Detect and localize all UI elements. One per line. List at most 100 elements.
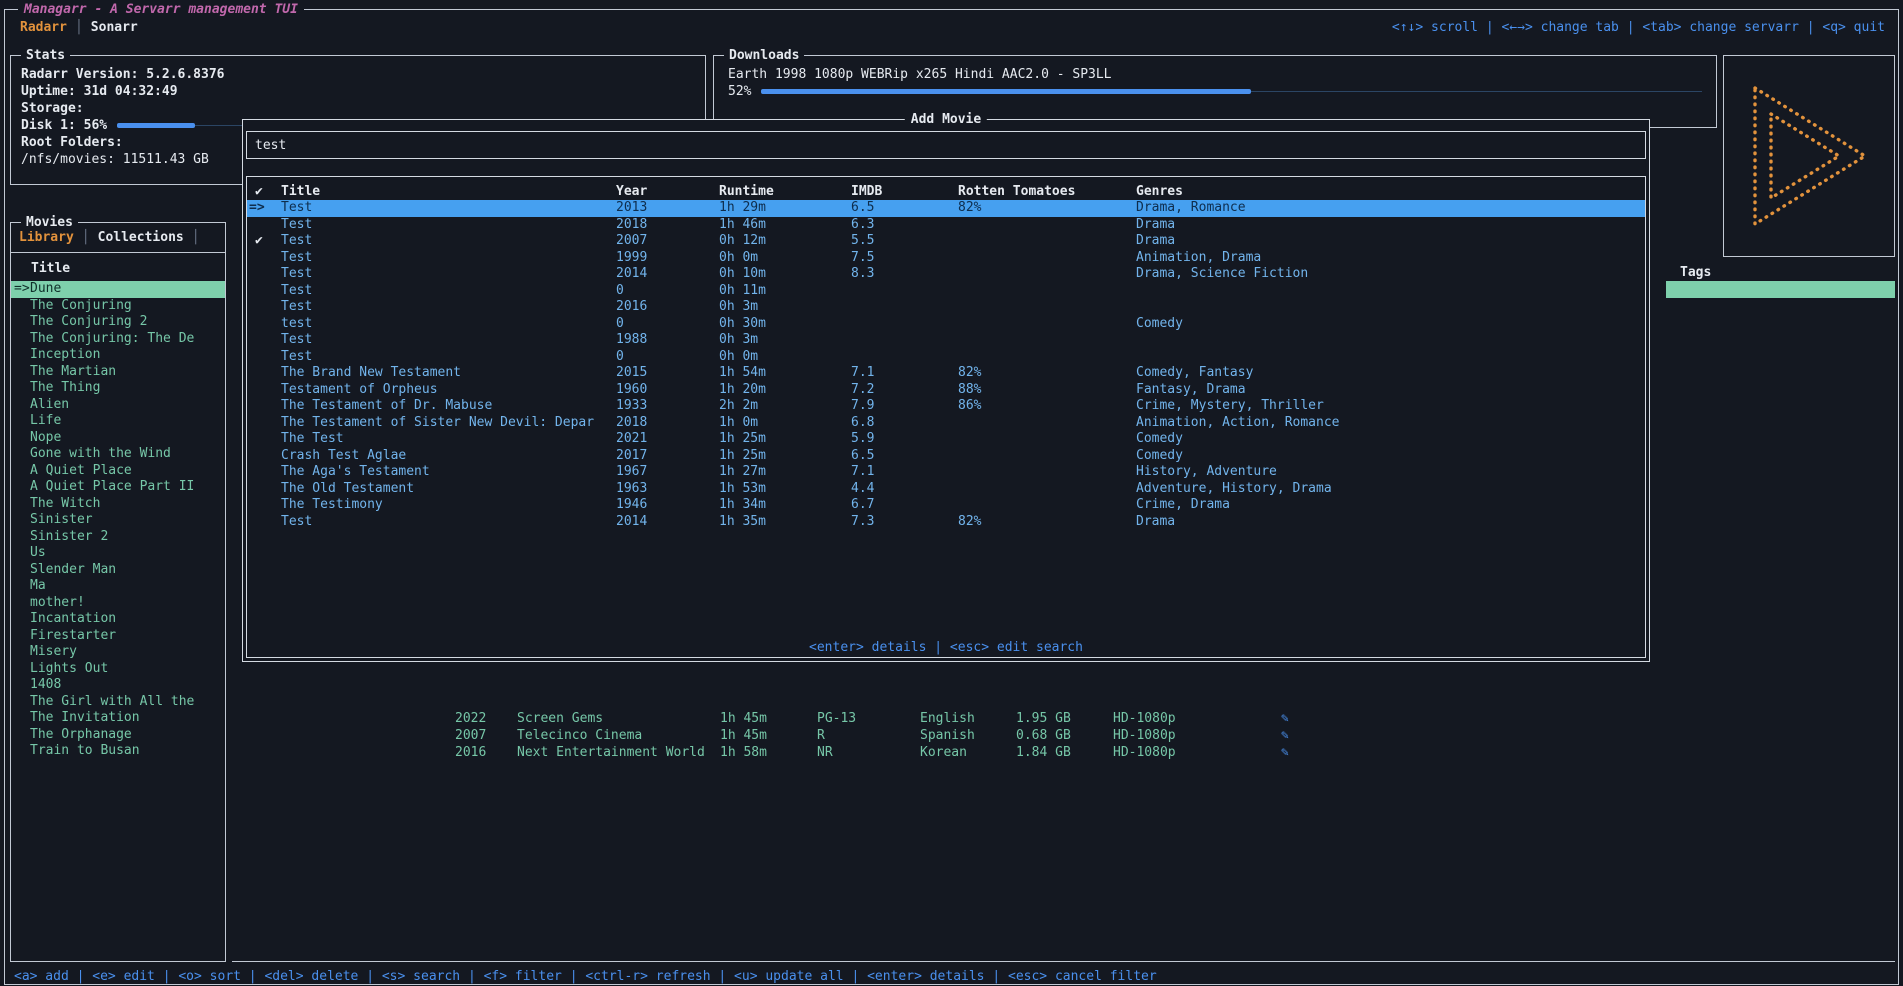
selection-arrow — [11, 562, 30, 579]
add-movie-popup-title: Add Movie — [905, 111, 987, 128]
add-movie-result-row[interactable]: ✔Test20070h 12m5.5Drama — [247, 233, 1645, 250]
add-movie-search-input[interactable] — [247, 132, 1645, 158]
result-title: The Aga's Testament — [281, 464, 616, 481]
movie-list-item[interactable]: Incantation — [11, 611, 225, 628]
add-movie-result-row[interactable]: Test20141h 35m7.382%Drama — [247, 514, 1645, 531]
selection-arrow — [11, 710, 30, 727]
add-movie-result-row[interactable]: Test20140h 10m8.3Drama, Science Fiction — [247, 266, 1645, 283]
movie-list-item[interactable]: =>Dune — [11, 281, 225, 298]
movie-title: A Quiet Place — [30, 463, 132, 480]
movie-list-item[interactable]: The Thing — [11, 380, 225, 397]
result-runtime: 0h 0m — [719, 349, 851, 366]
movie-list-item[interactable]: The Witch — [11, 496, 225, 513]
movie-list-item[interactable]: Inception — [11, 347, 225, 364]
movie-list-item[interactable]: Nope — [11, 430, 225, 447]
result-title: Crash Test Aglae — [281, 448, 616, 465]
library-row-year: 2016 — [455, 744, 517, 761]
add-movie-result-row[interactable]: The Aga's Testament19671h 27m7.1History,… — [247, 464, 1645, 481]
add-movie-result-row[interactable]: The Old Testament19631h 53m4.4Adventure,… — [247, 481, 1645, 498]
result-year: 2018 — [616, 217, 719, 234]
movie-list-item[interactable]: Ma — [11, 578, 225, 595]
movie-list-item[interactable]: Alien — [11, 397, 225, 414]
result-genres — [1136, 299, 1645, 316]
add-movie-result-row[interactable]: Test20160h 3m — [247, 299, 1645, 316]
row-marker — [247, 382, 281, 399]
movie-title: The Conjuring — [30, 298, 132, 315]
add-movie-result-row[interactable]: The Testament of Sister New Devil: Depar… — [247, 415, 1645, 432]
add-movie-result-row[interactable]: Test20181h 46m6.3Drama — [247, 217, 1645, 234]
movie-list-item[interactable]: Misery — [11, 644, 225, 661]
disk-usage-label: Disk 1: 56% — [21, 117, 107, 134]
selection-arrow — [11, 611, 30, 628]
movie-list-item[interactable]: A Quiet Place — [11, 463, 225, 480]
movie-list-item[interactable]: Sinister — [11, 512, 225, 529]
rotten-tomatoes-column-header: Rotten Tomatoes — [958, 183, 1136, 200]
movie-list-item[interactable]: 1408 — [11, 677, 225, 694]
result-imdb-rating: 7.3 — [851, 514, 958, 531]
result-year: 0 — [616, 283, 719, 300]
tab-sonarr[interactable]: Sonarr — [91, 20, 138, 35]
add-movie-result-row[interactable]: The Testimony19461h 34m6.7Crime, Drama — [247, 497, 1645, 514]
add-movie-result-row[interactable]: Test00h 0m — [247, 349, 1645, 366]
add-movie-result-row[interactable]: Test19990h 0m7.5Animation, Drama — [247, 250, 1645, 267]
movie-list-item[interactable]: The Invitation — [11, 710, 225, 727]
movie-title: Gone with the Wind — [30, 446, 171, 463]
checkmark-column-header: ✔ — [247, 183, 281, 200]
downloads-panel-title: Downloads — [724, 47, 804, 64]
add-movie-result-row[interactable]: The Test20211h 25m5.9Comedy — [247, 431, 1645, 448]
movie-list-item[interactable]: Sinister 2 — [11, 529, 225, 546]
library-table-row[interactable]: 2022Screen Gems1h 45mPG-13English1.95 GB… — [455, 710, 1301, 727]
row-marker — [247, 514, 281, 531]
movie-list-item[interactable]: A Quiet Place Part II — [11, 479, 225, 496]
downloads-panel: Downloads Earth 1998 1080p WEBRip x265 H… — [713, 55, 1717, 128]
app-title: Managarr - A Servarr management TUI — [18, 1, 304, 18]
movie-list-item[interactable]: Life — [11, 413, 225, 430]
tab-radarr[interactable]: Radarr — [20, 20, 67, 35]
movie-title: The Witch — [30, 496, 100, 513]
movie-list-item[interactable]: Us — [11, 545, 225, 562]
result-runtime: 1h 46m — [719, 217, 851, 234]
result-genres — [1136, 349, 1645, 366]
movie-list-item[interactable]: The Conjuring 2 — [11, 314, 225, 331]
row-marker — [247, 497, 281, 514]
library-row-studio: Next Entertainment World — [517, 744, 720, 761]
selection-arrow: => — [247, 200, 281, 217]
download-progress-line: 52% — [728, 83, 1702, 100]
movie-list-item[interactable]: The Conjuring — [11, 298, 225, 315]
movie-list-item[interactable]: Lights Out — [11, 661, 225, 678]
add-movie-result-row[interactable]: Test19880h 3m — [247, 332, 1645, 349]
movie-title: Sinister 2 — [30, 529, 108, 546]
library-row-runtime: 1h 58m — [720, 744, 817, 761]
movie-list-item[interactable]: The Girl with All the — [11, 694, 225, 711]
movie-title: The Martian — [30, 364, 116, 381]
movie-list-item[interactable]: Train to Busan — [11, 743, 225, 760]
result-imdb-rating — [851, 283, 958, 300]
movie-list-item[interactable]: The Martian — [11, 364, 225, 381]
movie-list-item[interactable]: mother! — [11, 595, 225, 612]
add-movie-result-row[interactable]: The Testament of Dr. Mabuse19332h 2m7.98… — [247, 398, 1645, 415]
tab-library[interactable]: Library — [19, 230, 74, 245]
add-movie-result-row[interactable]: The Brand New Testament20151h 54m7.182%C… — [247, 365, 1645, 382]
result-genres: Drama, Romance — [1136, 200, 1645, 217]
add-movie-result-row[interactable]: test00h 30mComedy — [247, 316, 1645, 333]
row-marker — [247, 448, 281, 465]
movie-list-item[interactable]: Gone with the Wind — [11, 446, 225, 463]
library-table-row[interactable]: 2007Telecinco Cinema1h 45mRSpanish0.68 G… — [455, 727, 1301, 744]
selection-arrow — [11, 512, 30, 529]
add-movie-result-row[interactable]: Test00h 11m — [247, 283, 1645, 300]
library-table-row[interactable]: 2016Next Entertainment World1h 58mNRKore… — [455, 744, 1301, 761]
result-runtime: 1h 27m — [719, 464, 851, 481]
tab-collections[interactable]: Collections — [98, 230, 184, 245]
movie-list-item[interactable]: Firestarter — [11, 628, 225, 645]
movie-title: Misery — [30, 644, 77, 661]
library-row-runtime: 1h 45m — [720, 727, 817, 744]
add-movie-result-row[interactable]: Crash Test Aglae20171h 25m6.5Comedy — [247, 448, 1645, 465]
add-movie-result-row[interactable]: Testament of Orpheus19601h 20m7.288%Fant… — [247, 382, 1645, 399]
movie-list-item[interactable]: The Conjuring: The De — [11, 331, 225, 348]
result-year: 2013 — [616, 200, 719, 217]
add-movie-result-row[interactable]: =>Test20131h 29m6.582%Drama, Romance — [247, 200, 1645, 217]
movie-list-item[interactable]: The Orphanage — [11, 727, 225, 744]
result-imdb-rating: 6.3 — [851, 217, 958, 234]
library-tags-column-header: Tags — [1680, 265, 1711, 280]
movie-list-item[interactable]: Slender Man — [11, 562, 225, 579]
